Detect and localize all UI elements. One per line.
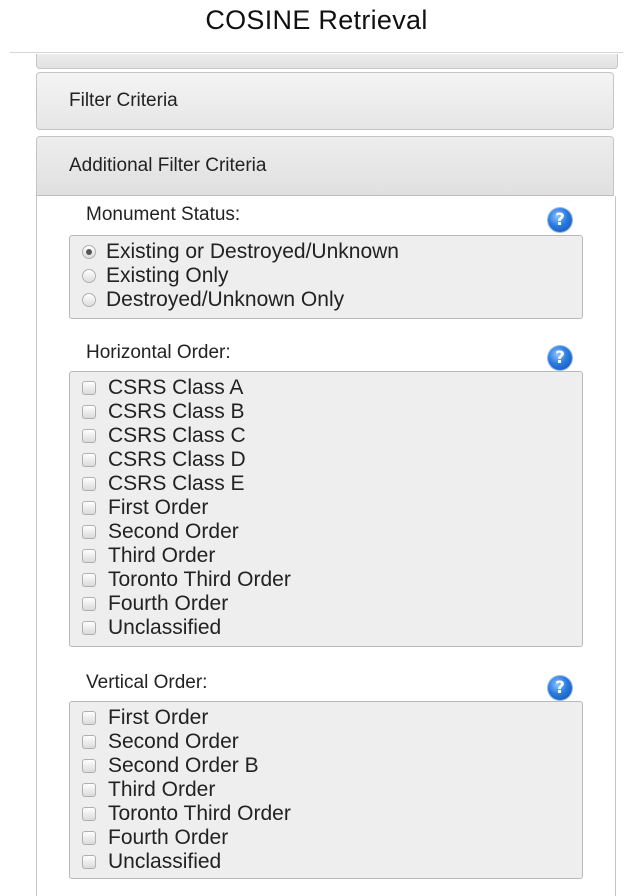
- vertical-order-option[interactable]: Third Order: [82, 778, 582, 802]
- vertical-order-label: Vertical Order:: [86, 672, 208, 693]
- additional-filter-criteria-header[interactable]: Additional Filter Criteria: [36, 136, 614, 196]
- checkbox[interactable]: [82, 855, 96, 869]
- option-label: Toronto Third Order: [108, 568, 291, 591]
- filter-criteria-header[interactable]: Filter Criteria: [36, 72, 614, 130]
- option-label: Unclassified: [108, 616, 222, 639]
- option-label: Existing or Destroyed/Unknown: [106, 240, 399, 263]
- horizontal-order-option[interactable]: First Order: [82, 496, 582, 520]
- option-label: Third Order: [108, 778, 216, 801]
- option-label: Fourth Order: [108, 826, 229, 849]
- additional-filter-criteria-label: Additional Filter Criteria: [69, 155, 267, 176]
- horizontal-order-label: Horizontal Order:: [86, 342, 231, 363]
- help-icon[interactable]: ?: [548, 676, 572, 700]
- option-label: Unclassified: [108, 850, 222, 873]
- checkbox[interactable]: [82, 525, 96, 539]
- checkbox[interactable]: [82, 573, 96, 587]
- radio-button[interactable]: [82, 293, 96, 307]
- filter-criteria-label: Filter Criteria: [69, 90, 178, 111]
- vertical-order-option[interactable]: Fourth Order: [82, 826, 582, 850]
- monument-status-label: Monument Status:: [86, 204, 241, 225]
- option-label: Fourth Order: [108, 592, 229, 615]
- vertical-order-option[interactable]: Unclassified: [82, 850, 582, 874]
- checkbox[interactable]: [82, 621, 96, 635]
- horizontal-order-option[interactable]: Third Order: [82, 544, 582, 568]
- checkbox[interactable]: [82, 429, 96, 443]
- option-label: Second Order: [108, 730, 239, 753]
- vertical-order-option[interactable]: Toronto Third Order: [82, 802, 582, 826]
- horizontal-order-option[interactable]: Unclassified: [82, 616, 582, 640]
- option-label: Destroyed/Unknown Only: [106, 288, 345, 311]
- help-icon[interactable]: ?: [548, 346, 572, 370]
- option-label: CSRS Class E: [108, 472, 245, 495]
- checkbox[interactable]: [82, 597, 96, 611]
- checkbox[interactable]: [82, 381, 96, 395]
- title-divider: [10, 52, 623, 53]
- option-label: Second Order: [108, 520, 239, 543]
- checkbox[interactable]: [82, 711, 96, 725]
- horizontal-order-option[interactable]: Toronto Third Order: [82, 568, 582, 592]
- checkbox[interactable]: [82, 501, 96, 515]
- horizontal-order-option[interactable]: CSRS Class E: [82, 472, 582, 496]
- page-title: COSINE Retrieval: [205, 5, 428, 35]
- checkbox[interactable]: [82, 453, 96, 467]
- option-label: Third Order: [108, 544, 216, 567]
- option-label: Second Order B: [108, 754, 259, 777]
- option-label: CSRS Class C: [108, 424, 246, 447]
- horizontal-order-option[interactable]: Second Order: [82, 520, 582, 544]
- option-label: Existing Only: [106, 264, 229, 287]
- horizontal-order-checkbox-group: CSRS Class A CSRS Class B CSRS Class C C…: [69, 371, 583, 647]
- monument-status-option[interactable]: Existing or Destroyed/Unknown: [82, 240, 582, 264]
- vertical-order-option[interactable]: Second Order: [82, 730, 582, 754]
- option-label: First Order: [108, 706, 209, 729]
- option-label: CSRS Class A: [108, 376, 244, 399]
- checkbox[interactable]: [82, 759, 96, 773]
- checkbox[interactable]: [82, 735, 96, 749]
- radio-button[interactable]: [82, 269, 96, 283]
- checkbox[interactable]: [82, 807, 96, 821]
- checkbox[interactable]: [82, 783, 96, 797]
- option-label: CSRS Class B: [108, 400, 245, 423]
- vertical-order-option[interactable]: First Order: [82, 706, 582, 730]
- horizontal-order-option[interactable]: Fourth Order: [82, 592, 582, 616]
- monument-status-radio-group: Existing or Destroyed/Unknown Existing O…: [69, 235, 583, 319]
- option-label: CSRS Class D: [108, 448, 246, 471]
- help-icon[interactable]: ?: [548, 208, 572, 232]
- horizontal-order-option[interactable]: CSRS Class D: [82, 448, 582, 472]
- horizontal-order-option[interactable]: CSRS Class B: [82, 400, 582, 424]
- monument-status-option[interactable]: Destroyed/Unknown Only: [82, 288, 582, 312]
- checkbox[interactable]: [82, 549, 96, 563]
- vertical-order-option[interactable]: Second Order B: [82, 754, 582, 778]
- radio-button[interactable]: [82, 245, 96, 259]
- checkbox[interactable]: [82, 405, 96, 419]
- horizontal-order-option[interactable]: CSRS Class A: [82, 376, 582, 400]
- option-label: First Order: [108, 496, 209, 519]
- monument-status-option[interactable]: Existing Only: [82, 264, 582, 288]
- horizontal-order-option[interactable]: CSRS Class C: [82, 424, 582, 448]
- checkbox[interactable]: [82, 831, 96, 845]
- collapsed-accordion-section[interactable]: [36, 54, 618, 69]
- vertical-order-checkbox-group: First Order Second Order Second Order B …: [69, 701, 583, 879]
- option-label: Toronto Third Order: [108, 802, 291, 825]
- checkbox[interactable]: [82, 477, 96, 491]
